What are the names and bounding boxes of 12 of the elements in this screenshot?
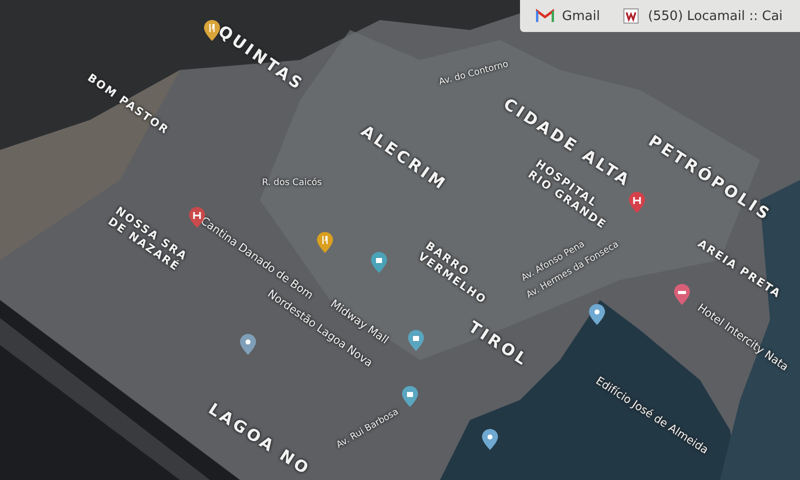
map-pin-icon[interactable] bbox=[204, 20, 220, 41]
street-label: R. dos Caicós bbox=[262, 178, 322, 188]
browser-tab[interactable]: (550) Locamail :: Cai bbox=[618, 6, 787, 26]
browser-tab[interactable]: Gmail bbox=[532, 6, 604, 26]
map-pin-icon[interactable] bbox=[674, 284, 690, 305]
envelope-m-icon bbox=[536, 8, 554, 24]
map-pin-icon[interactable] bbox=[240, 334, 256, 355]
map-pin-icon[interactable] bbox=[589, 304, 605, 325]
street-label: Av. do Contorno bbox=[438, 60, 510, 88]
map-pin-icon[interactable] bbox=[402, 386, 418, 407]
map-pin-icon[interactable] bbox=[482, 429, 498, 450]
w-logo-icon bbox=[622, 8, 640, 24]
